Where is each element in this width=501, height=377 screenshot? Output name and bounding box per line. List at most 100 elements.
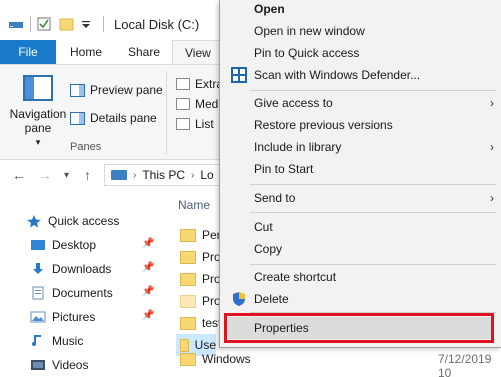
new-folder-icon[interactable] [59, 17, 75, 31]
customize-toolbar-icon[interactable] [81, 17, 97, 31]
sidebar-item-pictures[interactable]: Pictures [30, 306, 95, 328]
menu-item-open[interactable]: Open [220, 0, 501, 20]
menu-item-label: Create shortcut [254, 270, 337, 284]
desktop-icon [30, 238, 46, 252]
menu-item-label: Send to [254, 191, 296, 205]
layout-medium-icons[interactable]: Med [176, 96, 218, 112]
folder-icon [180, 228, 196, 242]
list-item[interactable]: Perf [180, 224, 224, 246]
videos-icon [30, 358, 46, 372]
menu-item-label: Restore previous versions [254, 118, 393, 132]
window-title: Local Disk (C:) [114, 16, 200, 32]
menu-item-label: Pin to Quick access [254, 46, 360, 60]
medium-icons-icon [176, 98, 190, 110]
back-arrow-icon[interactable]: ← [12, 167, 26, 183]
navigation-pane-label: Navigation pane [9, 107, 67, 135]
sidebar-item-label: Documents [52, 286, 113, 300]
menu-item-scan-with-windows-defender[interactable]: Scan with Windows Defender... [220, 64, 501, 86]
menu-item-restore-previous-versions[interactable]: Restore previous versions [220, 114, 501, 136]
layout-extra-large-icons[interactable]: Extra [176, 76, 223, 92]
layout-label: List [195, 117, 214, 131]
toolbar-separator [103, 16, 104, 32]
navigation-pane: Quick access Desktop 📌 Downloads 📌 Docum… [0, 200, 170, 377]
menu-item-label: Open [254, 2, 285, 16]
navigation-pane-button[interactable]: Navigation pane ▾ [8, 75, 68, 149]
folder-icon [180, 250, 196, 264]
menu-item-delete[interactable]: Delete [220, 288, 501, 310]
extra-large-icons-icon [176, 78, 190, 90]
music-icon [30, 334, 46, 348]
menu-item-label: Copy [254, 242, 283, 256]
menu-item-label: Cut [254, 220, 273, 234]
menu-item-label: Include in library [254, 140, 342, 154]
pictures-icon [30, 310, 46, 324]
navigation-pane-icon [23, 75, 53, 101]
preview-pane-button[interactable]: Preview pane [70, 81, 163, 99]
tab-home[interactable]: Home [58, 40, 114, 64]
uac-shield-icon [231, 291, 247, 307]
sidebar-item-label: Music [52, 334, 84, 348]
menu-item-pin-to-quick-access[interactable]: Pin to Quick access [220, 42, 501, 64]
details-pane-icon [70, 111, 85, 125]
menu-separator [250, 184, 496, 185]
folder-icon [180, 272, 196, 286]
properties-check-icon[interactable] [37, 17, 53, 31]
sidebar-item-label: Quick access [48, 214, 120, 228]
menu-item-open-in-new-window[interactable]: Open in new window [220, 20, 501, 42]
sidebar-item-desktop[interactable]: Desktop [30, 234, 96, 256]
menu-item-send-to[interactable]: Send to › [220, 187, 501, 209]
menu-separator [250, 264, 496, 265]
layout-list[interactable]: List [176, 116, 214, 132]
breadcrumb-separator-icon: › [191, 169, 195, 181]
menu-item-label: Open in new window [254, 24, 365, 38]
menu-item-copy[interactable]: Copy [220, 238, 501, 260]
star-icon [26, 214, 42, 228]
download-icon [30, 262, 46, 276]
sidebar-item-documents[interactable]: Documents [30, 282, 113, 304]
list-item[interactable]: test [180, 312, 221, 334]
breadcrumb-this-pc[interactable]: This PC [142, 168, 185, 182]
sidebar-item-label: Pictures [52, 310, 96, 324]
windows-defender-icon [231, 67, 247, 83]
menu-item-label: Give access to [254, 96, 333, 110]
recent-locations-chevron-icon[interactable]: ▾ [64, 170, 69, 181]
forward-arrow-icon[interactable]: → [38, 167, 52, 183]
tab-share[interactable]: Share [116, 40, 172, 64]
sidebar-item-label: Desktop [52, 238, 97, 252]
highlight-box [224, 313, 494, 343]
sidebar-item-downloads[interactable]: Downloads [30, 258, 111, 280]
address-bar[interactable]: › This PC › Lo [104, 164, 224, 186]
menu-item-cut[interactable]: Cut [220, 216, 501, 238]
menu-item-label: Delete [254, 292, 289, 306]
column-header-name[interactable]: Name [178, 198, 210, 212]
pin-icon: 📌 [142, 286, 155, 297]
documents-icon [30, 286, 46, 300]
panes-group-label: Panes [70, 141, 102, 153]
preview-pane-icon [70, 83, 85, 97]
tab-file[interactable]: File [0, 40, 56, 64]
drive-icon [8, 17, 24, 31]
preview-pane-label: Preview pane [90, 83, 163, 97]
sidebar-item-label: Downloads [52, 262, 112, 276]
toolbar-separator [30, 16, 31, 32]
ribbon-divider [166, 71, 167, 155]
sidebar-item-label: Videos [52, 358, 89, 372]
menu-item-give-access-to[interactable]: Give access to › [220, 92, 501, 114]
menu-separator [250, 90, 496, 91]
sidebar-item-quick-access[interactable]: Quick access [26, 210, 119, 232]
menu-item-create-shortcut[interactable]: Create shortcut [220, 266, 501, 288]
details-pane-label: Details pane [90, 111, 157, 125]
sidebar-item-music[interactable]: Music [30, 330, 83, 352]
breadcrumb-local-disk[interactable]: Lo [200, 168, 213, 182]
list-item[interactable]: Windows [180, 348, 251, 370]
tab-view[interactable]: View [172, 40, 224, 64]
up-arrow-icon[interactable]: ↑ [84, 167, 91, 183]
menu-item-pin-to-start[interactable]: Pin to Start [220, 158, 501, 180]
menu-item-include-in-library[interactable]: Include in library › [220, 136, 501, 158]
sidebar-item-videos[interactable]: Videos [30, 354, 88, 376]
file-name: Windows [202, 352, 251, 366]
date-modified-cell: 7/12/2019 10 [438, 352, 492, 377]
chevron-right-icon: › [490, 140, 494, 154]
details-pane-button[interactable]: Details pane [70, 109, 157, 127]
menu-item-label: Scan with Windows Defender... [254, 68, 421, 82]
